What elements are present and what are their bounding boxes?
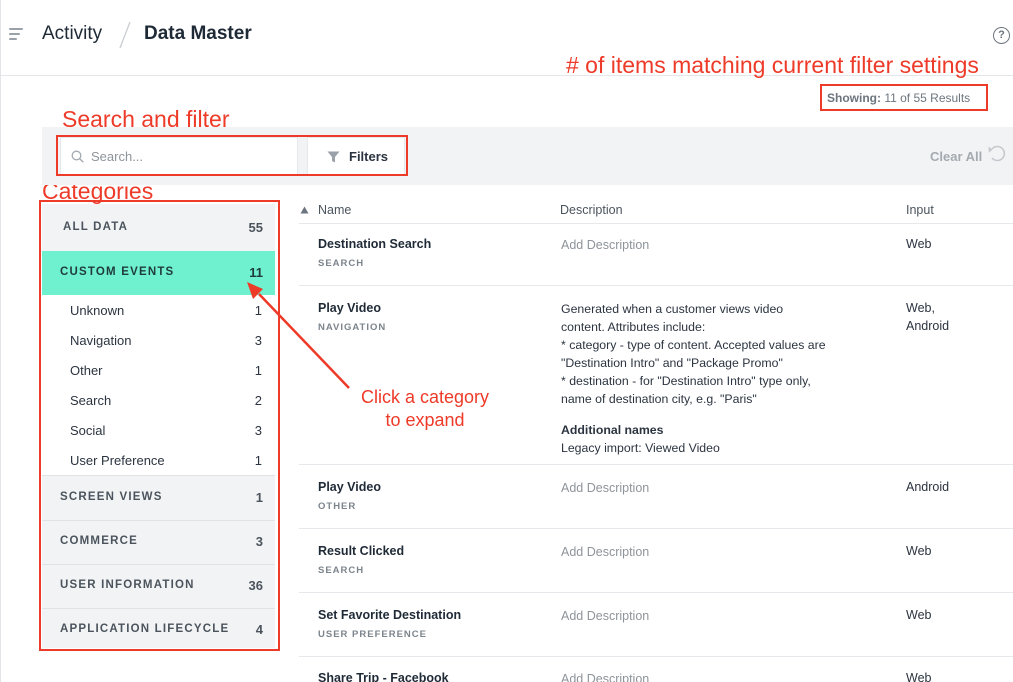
annotation-matching: # of items matching current filter setti… (566, 52, 979, 78)
annotation-click-category: Click a category to expand (349, 386, 501, 432)
row-description[interactable]: Add Description (561, 672, 649, 682)
data-master-page: Activity Data Master ? # of items matchi… (0, 0, 1013, 682)
row-input: Web (906, 671, 932, 682)
breadcrumb-separator (119, 21, 131, 49)
row-name[interactable]: Share Trip - Facebook (318, 671, 449, 682)
row-description[interactable]: Add Description (561, 238, 649, 252)
row-category: SEARCH (318, 258, 365, 269)
description-line: "Destination Intro" and "Package Promo" (561, 356, 783, 370)
row-name[interactable]: Play Video (318, 301, 381, 315)
row-category: NAVIGATION (318, 322, 387, 333)
results-count-label: Showing: (827, 91, 881, 105)
row-input: Web (906, 237, 932, 251)
row-description-full[interactable]: Generated when a customer views video co… (561, 300, 861, 457)
annotation-box-categories (39, 200, 280, 651)
row-description[interactable]: Add Description (561, 609, 649, 623)
column-header-description[interactable]: Description (560, 203, 623, 217)
row-input: Web, Android (906, 299, 949, 335)
row-name[interactable]: Destination Search (318, 237, 431, 251)
description-line: * destination - for "Destination Intro" … (561, 374, 811, 388)
row-name[interactable]: Result Clicked (318, 544, 404, 558)
row-input-line: Android (906, 319, 950, 333)
annotation-click-line1: Click a category (360, 387, 490, 407)
description-line: * category - type of content. Accepted v… (561, 338, 826, 352)
sort-ascending-icon[interactable] (300, 206, 309, 214)
description-line: Generated when a customer views video (561, 302, 784, 316)
row-input: Android (906, 480, 950, 494)
menu-icon[interactable] (9, 28, 25, 42)
table-row-divider (299, 592, 1013, 593)
description-line: name of destination city, e.g. "Paris" (561, 392, 757, 406)
row-input: Web (906, 544, 932, 558)
description-line: content. Attributes include: (561, 320, 706, 334)
results-count-value: 11 of 55 Results (884, 91, 971, 105)
clear-all-button[interactable]: Clear All (930, 149, 982, 164)
breadcrumb-activity[interactable]: Activity (42, 23, 102, 45)
additional-names-heading: Additional names (561, 423, 664, 437)
help-icon[interactable]: ? (993, 27, 1010, 44)
table-row-divider (299, 528, 1013, 529)
table-row-divider (299, 285, 1013, 286)
row-category: OTHER (318, 501, 357, 512)
table-header-divider (299, 223, 1013, 224)
annotation-box-search-filter (56, 135, 408, 176)
results-count: Showing: 11 of 55 Results (827, 91, 970, 105)
row-category: SEARCH (318, 565, 365, 576)
row-name[interactable]: Play Video (318, 480, 381, 494)
undo-icon[interactable] (987, 143, 1007, 163)
row-name[interactable]: Set Favorite Destination (318, 608, 461, 622)
page-title: Data Master (144, 23, 252, 44)
table-row-divider (299, 464, 1013, 465)
row-input: Web (906, 608, 932, 622)
row-category: USER PREFERENCE (318, 629, 427, 640)
table-row-divider (299, 656, 1013, 657)
row-description[interactable]: Add Description (561, 545, 649, 559)
row-input-line: Web, (906, 301, 935, 315)
row-description[interactable]: Add Description (561, 481, 649, 495)
column-header-name[interactable]: Name (318, 203, 351, 217)
column-header-input[interactable]: Input (906, 203, 934, 217)
additional-names-value: Legacy import: Viewed Video (561, 441, 720, 455)
annotation-click-line2: to expand (385, 410, 465, 430)
